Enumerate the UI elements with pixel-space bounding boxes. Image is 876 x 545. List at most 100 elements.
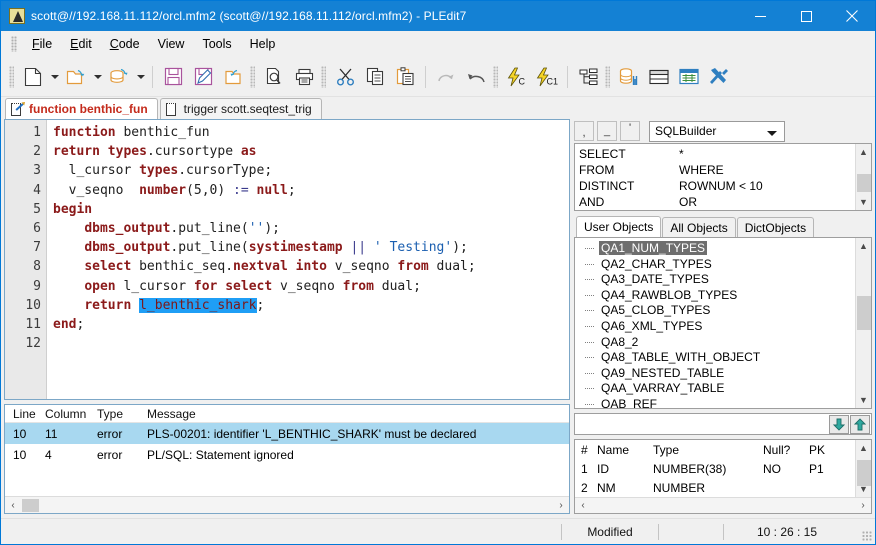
cut-icon[interactable] [331, 63, 359, 91]
sql-keyword-item[interactable]: SELECT [579, 146, 679, 162]
minimize-button[interactable] [737, 1, 783, 31]
open-database-icon[interactable] [105, 63, 133, 91]
object-tree[interactable]: QA1_NUM_TYPESQA2_CHAR_TYPESQA3_DATE_TYPE… [574, 237, 872, 409]
paste-icon[interactable] [391, 63, 419, 91]
copy-icon[interactable] [361, 63, 389, 91]
scrollbar-thumb[interactable] [857, 460, 871, 486]
save-icon[interactable] [159, 63, 187, 91]
menu-gripper[interactable] [11, 36, 17, 52]
maximize-button[interactable] [783, 1, 829, 31]
new-file-dropdown-icon[interactable] [48, 63, 61, 91]
tree-node[interactable]: QA8_2 [575, 335, 855, 351]
tree-node[interactable]: QA1_NUM_TYPES [575, 241, 855, 257]
columns-vertical-scrollbar[interactable]: ▲ ▼ [855, 440, 871, 497]
menu-view[interactable]: View [149, 34, 194, 54]
compile-debug-icon[interactable]: C1 [533, 63, 561, 91]
messages-header-message[interactable]: Message [147, 407, 569, 421]
open-file-icon[interactable] [62, 63, 90, 91]
print-icon[interactable] [290, 63, 318, 91]
tab-function-benthic-fun[interactable]: function benthic_fun [5, 98, 158, 119]
column-grid-header-cell[interactable]: Type [653, 441, 763, 460]
column-grid-row[interactable]: 2NMNUMBER [575, 479, 855, 497]
scrollbar-thumb[interactable] [22, 499, 39, 512]
scroll-right-icon[interactable]: › [553, 498, 569, 513]
sql-keyword-item[interactable]: AND [579, 194, 679, 210]
sql-keyword-item[interactable]: * [679, 146, 855, 162]
code-text-area[interactable]: function benthic_funreturn types.cursort… [47, 120, 569, 399]
code-editor[interactable]: 1 2 3 4 5 6 7 8 9 10 11 12 function bent… [4, 119, 570, 400]
scrollbar-track[interactable] [856, 254, 872, 392]
messages-header-line[interactable]: Line [5, 407, 45, 421]
menu-help[interactable]: Help [241, 34, 285, 54]
sql-builder-combo[interactable]: SQLBuilder [649, 121, 785, 142]
scrollbar-track[interactable] [856, 160, 872, 194]
sql-keyword-item[interactable]: DISTINCT [579, 178, 679, 194]
table-icon[interactable] [675, 63, 703, 91]
redo-icon[interactable] [432, 63, 460, 91]
scroll-right-icon[interactable]: › [855, 498, 871, 513]
close-button[interactable] [829, 1, 875, 31]
database-tools-icon[interactable] [615, 63, 643, 91]
toolbar-gripper-5[interactable] [605, 66, 610, 88]
scroll-left-icon[interactable]: ‹ [5, 498, 21, 513]
scroll-down-icon[interactable]: ▼ [856, 194, 872, 210]
sql-keyword-item[interactable]: FROM [579, 162, 679, 178]
column-grid-row[interactable]: 1IDNUMBER(38)NOP1 [575, 460, 855, 479]
print-preview-icon[interactable] [260, 63, 288, 91]
tree-node[interactable]: QA8_TABLE_WITH_OBJECT [575, 350, 855, 366]
resize-grip-icon[interactable] [862, 531, 872, 541]
save-as-icon[interactable] [189, 63, 217, 91]
tree-node[interactable]: QAA_VARRAY_TABLE [575, 381, 855, 397]
undo-icon[interactable] [462, 63, 490, 91]
menu-file[interactable]: File [23, 34, 61, 54]
chevron-down-icon[interactable] [767, 131, 777, 136]
insert-comma-button[interactable]: , [574, 121, 594, 141]
tree-vertical-scrollbar[interactable]: ▲ ▼ [855, 238, 871, 408]
tree-node[interactable]: QA2_CHAR_TYPES [575, 257, 855, 273]
compile-icon[interactable]: C [503, 63, 531, 91]
toolbar-gripper-2[interactable] [250, 66, 255, 88]
tab-user-objects[interactable]: User Objects [576, 216, 661, 237]
message-row[interactable]: 104errorPL/SQL: Statement ignored [5, 444, 569, 465]
sql-keyword-item[interactable]: WHERE [679, 162, 855, 178]
toolbar-gripper-3[interactable] [321, 66, 326, 88]
grid-icon[interactable] [645, 63, 673, 91]
tab-trigger-seqtest[interactable]: trigger scott.seqtest_trig [160, 98, 322, 119]
column-grid-header-cell[interactable]: # [575, 441, 597, 460]
menu-edit[interactable]: Edit [61, 34, 101, 54]
tab-dict-objects[interactable]: DictObjects [737, 217, 814, 237]
column-grid-header-cell[interactable]: Null? [763, 441, 809, 460]
tree-node[interactable]: QA9_NESTED_TABLE [575, 366, 855, 382]
insert-quote-button[interactable]: ' [620, 121, 640, 141]
tree-node[interactable]: QAB_REF [575, 397, 855, 408]
menu-tools[interactable]: Tools [193, 34, 240, 54]
scrollbar-thumb[interactable] [857, 296, 871, 330]
messages-horizontal-scrollbar[interactable]: ‹ › [5, 496, 569, 513]
sql-keyword-item[interactable]: ROWNUM < 10 [679, 178, 855, 194]
tree-node[interactable]: QA6_XML_TYPES [575, 319, 855, 335]
scroll-up-icon[interactable]: ▲ [856, 238, 872, 254]
object-find-bar[interactable] [574, 413, 872, 435]
scroll-down-icon[interactable]: ▼ [856, 392, 872, 408]
save-all-icon[interactable] [219, 63, 247, 91]
tree-node[interactable]: QA5_CLOB_TYPES [575, 303, 855, 319]
tab-all-objects[interactable]: All Objects [662, 217, 735, 237]
sql-keyword-list[interactable]: SELECT*FROMWHEREDISTINCTROWNUM < 10ANDOR… [574, 143, 872, 211]
message-row[interactable]: 1011errorPLS-00201: identifier 'L_BENTHI… [5, 423, 569, 444]
structure-icon[interactable] [574, 63, 602, 91]
menu-code[interactable]: Code [101, 34, 149, 54]
keywords-vertical-scrollbar[interactable]: ▲ ▼ [855, 144, 871, 210]
toolbar-gripper-4[interactable] [493, 66, 498, 88]
toolbar-gripper[interactable] [9, 66, 14, 88]
column-grid-header-cell[interactable]: Name [597, 441, 653, 460]
columns-horizontal-scrollbar[interactable]: ‹ › [575, 497, 871, 513]
scroll-up-icon[interactable]: ▲ [856, 440, 872, 456]
scrollbar-thumb[interactable] [857, 174, 871, 192]
find-previous-button[interactable] [850, 415, 870, 434]
insert-underscore-button[interactable]: _ [597, 121, 617, 141]
column-grid-header-cell[interactable]: PK [809, 441, 843, 460]
new-file-icon[interactable] [19, 63, 47, 91]
open-database-dropdown-icon[interactable] [134, 63, 147, 91]
settings-icon[interactable] [705, 63, 733, 91]
scroll-left-icon[interactable]: ‹ [575, 498, 591, 513]
